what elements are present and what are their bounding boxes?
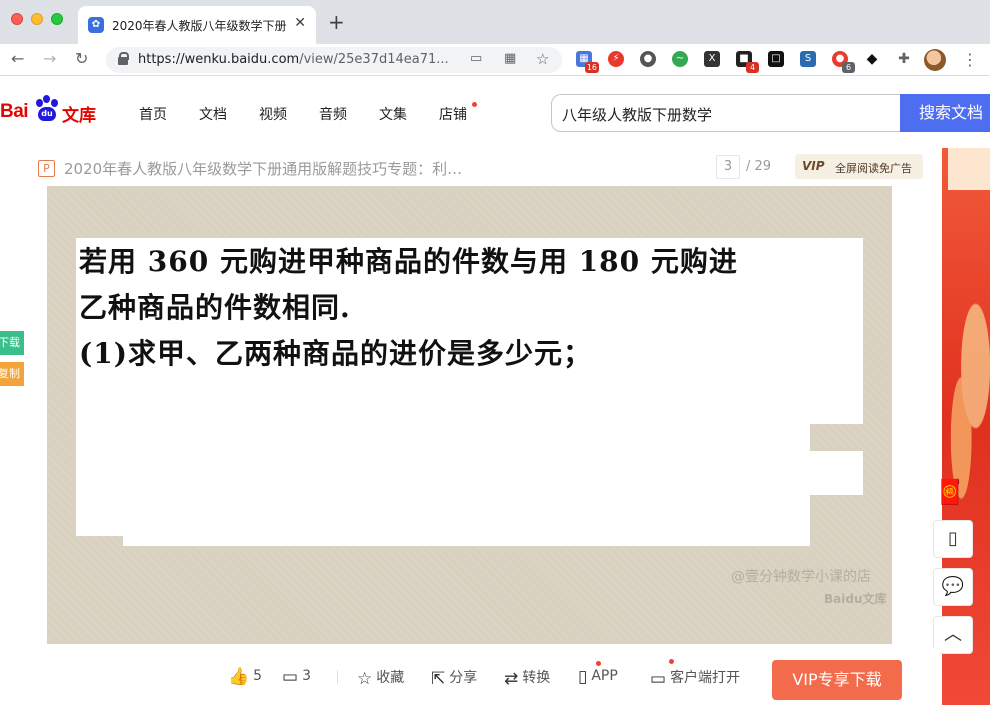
baidu-paw-icon: du xyxy=(33,95,61,123)
search-button[interactable]: 搜索文档 xyxy=(900,94,990,132)
thumbs-up-icon: 👍 xyxy=(228,667,250,687)
nav-docs[interactable]: 文档 xyxy=(199,104,227,124)
phone-icon: ▯ xyxy=(578,667,588,687)
profile-avatar[interactable] xyxy=(924,49,946,71)
new-tab-button[interactable]: + xyxy=(328,10,345,34)
nav-store[interactable]: 店铺 xyxy=(439,104,467,124)
vip-download-button[interactable]: VIP专享下载 xyxy=(772,660,902,700)
document-page: 若用 360 元购进甲种商品的件数与用 180 元购进 乙种商品的件数相同. (… xyxy=(47,186,892,644)
browser-tab[interactable]: ✿ 2020年春人教版八年级数学下册 ✕ xyxy=(78,6,316,44)
document-viewer[interactable]: 若用 360 元购进甲种商品的件数与用 180 元购进 乙种商品的件数相同. (… xyxy=(0,186,940,646)
browser-window: ✿ 2020年春人教版八年级数学下册 ✕ + ← → ↻ https://wen… xyxy=(0,0,990,705)
vip-icon: VIP xyxy=(802,159,825,173)
share-button[interactable]: ⇱ 分享 xyxy=(431,667,477,689)
minimize-window-button[interactable] xyxy=(31,13,43,25)
problem-line-1: 若用 360 元购进甲种商品的件数与用 180 元购进 xyxy=(79,245,738,278)
download-side-button[interactable]: 下载 xyxy=(0,331,24,355)
convert-button[interactable]: ⇄ 转换 xyxy=(504,667,550,689)
baidu-paw-icon: ✿ xyxy=(88,17,104,33)
star-icon: ☆ xyxy=(357,669,373,689)
share-icon: ⇱ xyxy=(431,669,446,689)
search-input[interactable]: 八年级人教版下册数学 xyxy=(551,94,901,132)
nav-audio[interactable]: 音频 xyxy=(319,104,347,124)
open-client-button[interactable]: ▭ 客户端打开 xyxy=(650,667,740,689)
qr-code-icon[interactable]: ▦ xyxy=(504,51,516,66)
ppt-file-icon: P xyxy=(38,160,55,177)
extension-square-icon[interactable]: □ xyxy=(768,51,784,67)
tab-title: 2020年春人教版八年级数学下册 xyxy=(112,19,287,33)
gift-bag-icon[interactable]: 🧧 xyxy=(930,478,970,512)
app-button[interactable]: ▯ APP xyxy=(578,667,618,687)
page-total: / 29 xyxy=(746,159,772,174)
bottom-action-bar: 👍 5 ▭ 3 ☆ 收藏 ⇱ 分享 ⇄ 转换 ▯ APP ▭ 客户端打开 VIP专享下载 xyxy=(0,648,940,705)
comment-icon: ▭ xyxy=(282,667,299,687)
favorite-button[interactable]: ☆ 收藏 xyxy=(357,667,404,689)
url-text: https://wenku.baidu.com/view/25e37d14ea7… xyxy=(138,52,449,67)
close-window-button[interactable] xyxy=(11,13,23,25)
site-header: Bai du 文库 首页 文档 视频 音频 文集 店铺 八年级人教版下册数学 搜… xyxy=(0,77,990,147)
nav-collections[interactable]: 文集 xyxy=(379,104,407,124)
like-button[interactable]: 👍 5 xyxy=(228,667,262,687)
document-title: 2020年春人教版八年级数学下册通用版解题技巧专题：利… xyxy=(64,160,463,178)
extension-x-icon[interactable]: X xyxy=(704,51,720,67)
extension-grid-icon[interactable]: ▦ 16 xyxy=(576,51,599,73)
problem-line-2: 乙种商品的件数相同. xyxy=(79,291,351,324)
bookmark-star-icon[interactable]: ☆ xyxy=(536,50,549,68)
extension-red-icon[interactable]: ● 6 xyxy=(832,51,855,73)
maximize-window-button[interactable] xyxy=(51,13,63,25)
shop-watermark: @壹分钟数学小课的店 xyxy=(731,569,871,585)
mobile-view-icon[interactable]: ▯ xyxy=(933,520,973,558)
extension-circles-icon[interactable]: ● xyxy=(640,51,656,67)
extension-s-icon[interactable]: S xyxy=(800,51,816,67)
forward-icon[interactable]: → xyxy=(43,49,56,68)
extension-bolt-icon[interactable]: ⚡ xyxy=(608,51,624,67)
extensions-puzzle-icon[interactable]: ✚ xyxy=(896,51,912,67)
copy-side-button[interactable]: 复制 xyxy=(0,362,24,386)
close-tab-icon[interactable]: ✕ xyxy=(294,15,306,31)
browser-toolbar: ← → ↻ https://wenku.baidu.com/view/25e37… xyxy=(0,44,990,76)
address-bar[interactable]: https://wenku.baidu.com/view/25e37d14ea7… xyxy=(106,47,562,73)
feedback-icon[interactable]: 💬 xyxy=(933,568,973,606)
comment-button[interactable]: ▭ 3 xyxy=(282,667,311,687)
baidu-watermark: Baidu文库 xyxy=(824,592,887,606)
nav-home[interactable]: 首页 xyxy=(139,104,167,124)
document-info-bar: P 2020年春人教版八年级数学下册通用版解题技巧专题：利… 3 / 29 VI… xyxy=(0,148,940,186)
lock-icon xyxy=(118,52,129,65)
notification-dot xyxy=(472,102,477,107)
vip-remove-ads-button[interactable]: VIP 全屏阅读免广告 xyxy=(795,154,923,179)
extension-mask-icon[interactable]: ■ 4 xyxy=(736,51,759,73)
convert-icon: ⇄ xyxy=(504,669,519,689)
back-icon[interactable]: ← xyxy=(11,49,24,68)
tab-bar: ✿ 2020年春人教版八年级数学下册 ✕ + xyxy=(0,0,990,44)
extension-fish-icon[interactable]: ◆ xyxy=(864,51,880,67)
nav-video[interactable]: 视频 xyxy=(259,104,287,124)
extension-grammar-icon[interactable]: ~ xyxy=(672,51,688,67)
page-number-input[interactable]: 3 xyxy=(716,155,740,179)
browser-menu-icon[interactable]: ⋮ xyxy=(962,50,978,69)
problem-line-3: (1)求甲、乙两种商品的进价是多少元； xyxy=(79,337,592,370)
reload-icon[interactable]: ↻ xyxy=(75,49,88,68)
cast-icon[interactable]: ▭ xyxy=(470,51,482,66)
monitor-icon: ▭ xyxy=(650,669,667,689)
